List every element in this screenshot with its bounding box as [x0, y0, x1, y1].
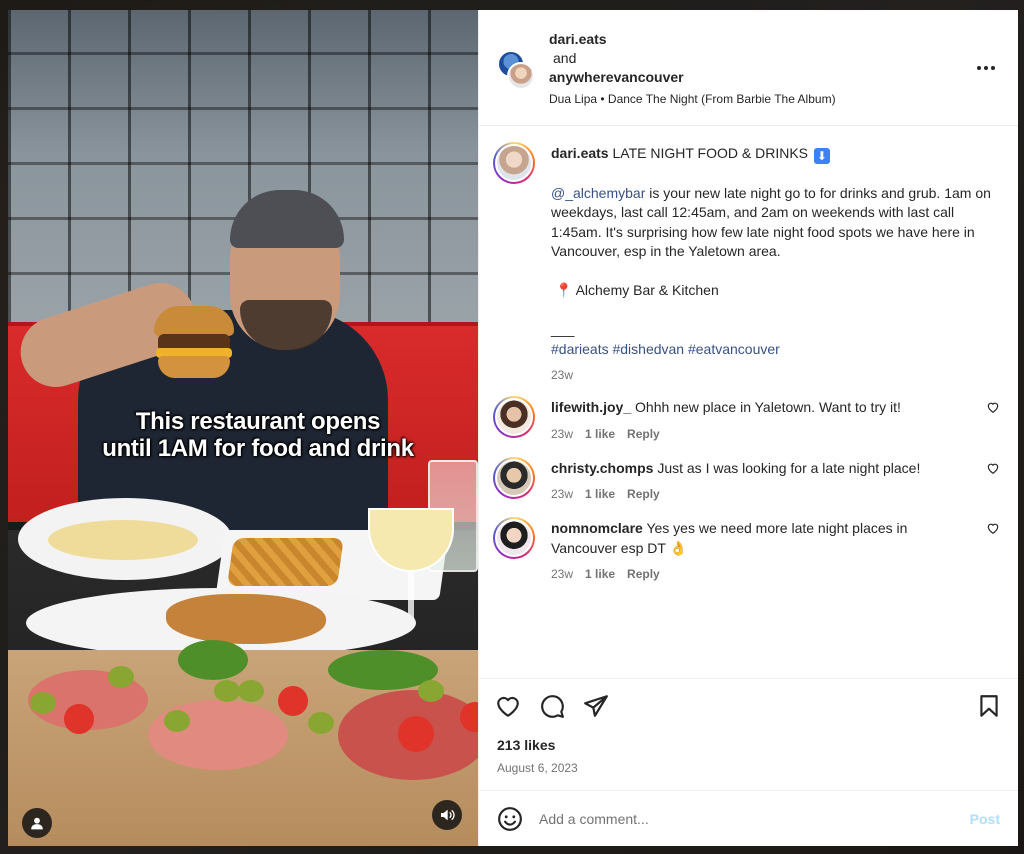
comment-item: nomnomclare Yes yes we need more late ni… — [493, 517, 1000, 581]
caption-separator: ___ — [551, 321, 575, 337]
post-modal: This restaurant opens until 1AM for food… — [8, 10, 1018, 846]
reply-button[interactable]: Reply — [627, 567, 660, 581]
sound-toggle-button[interactable] — [432, 800, 462, 830]
overlay-line-1: This restaurant opens — [135, 408, 381, 435]
and-label: and — [553, 50, 577, 66]
comment-age[interactable]: 23w — [551, 487, 573, 501]
comment-item: lifewith.joy_ Ohhh new place in Yaletown… — [493, 396, 1000, 441]
collab-avatars[interactable] — [497, 50, 537, 90]
comment-icon[interactable] — [539, 693, 565, 719]
comment-input[interactable] — [539, 805, 939, 833]
location-name: Alchemy Bar & Kitchen — [575, 282, 719, 298]
avatar[interactable] — [493, 517, 535, 559]
comment-username[interactable]: lifewith.joy_ — [551, 399, 631, 415]
add-comment-bar: Post — [479, 790, 1018, 846]
emoji-icon[interactable] — [497, 806, 523, 832]
comment-text: Just as I was looking for a late night p… — [657, 459, 921, 476]
author-username[interactable]: dari.eats — [549, 30, 836, 49]
user-tag-icon — [31, 817, 43, 830]
avatar[interactable] — [493, 396, 535, 438]
caption-username[interactable]: dari.eats — [551, 145, 609, 161]
comment-likes[interactable]: 1 like — [585, 567, 615, 581]
bookmark-icon[interactable] — [976, 693, 1002, 719]
header-names: dari.eats and anywherevancouver Dua Lipa… — [549, 30, 836, 109]
music-attribution[interactable]: Dua Lipa • Dance The Night (From Barbie … — [549, 90, 836, 109]
post-media[interactable]: This restaurant opens until 1AM for food… — [8, 10, 478, 846]
heart-icon[interactable] — [986, 461, 1000, 475]
avatar[interactable] — [493, 456, 535, 499]
avatar[interactable] — [493, 142, 535, 184]
collaborator-username[interactable]: anywherevancouver — [549, 68, 836, 87]
comment-age[interactable]: 23w — [551, 567, 573, 581]
caption-age[interactable]: 23w — [551, 368, 573, 382]
down-arrow-icon: ⬇ — [813, 148, 830, 164]
heart-icon[interactable] — [986, 521, 1000, 535]
comment-likes[interactable]: 1 like — [585, 487, 615, 501]
reply-button[interactable]: Reply — [627, 427, 660, 441]
post-side-panel: dari.eats and anywherevancouver Dua Lipa… — [478, 10, 1018, 846]
share-icon[interactable] — [583, 693, 609, 719]
mention-link[interactable]: @_alchemybar — [551, 185, 645, 201]
reply-button[interactable]: Reply — [627, 487, 660, 501]
comments-list[interactable]: dari.eats LATE NIGHT FOOD & DRINKS ⬇ @_a… — [479, 126, 1018, 678]
post-header: dari.eats and anywherevancouver Dua Lipa… — [479, 10, 1018, 126]
comment-username[interactable]: christy.chomps — [551, 460, 653, 476]
comment-username[interactable]: nomnomclare — [551, 520, 643, 536]
likes-count[interactable]: 213 likes — [497, 737, 555, 753]
comment-text: Ohhh new place in Yaletown. Want to try … — [635, 399, 901, 415]
sound-icon — [441, 809, 455, 821]
post-actions: 213 likes August 6, 2023 — [479, 678, 1018, 790]
overlay-line-2: until 1AM for food and drink — [102, 435, 414, 462]
video-text-overlay: This restaurant opens until 1AM for food… — [8, 408, 478, 462]
post-caption: dari.eats LATE NIGHT FOOD & DRINKS ⬇ @_a… — [493, 142, 1000, 382]
location-pin-icon: 📍 — [555, 282, 573, 298]
comment-item: christy.chomps Just as I was looking for… — [493, 456, 1000, 501]
hashtags[interactable]: #darieats #dishedvan #eatvancouver — [551, 340, 1000, 360]
ok-hand-icon: 👌 — [669, 539, 687, 556]
user-tag-button[interactable] — [22, 808, 52, 838]
post-date[interactable]: August 6, 2023 — [497, 761, 578, 775]
avatar[interactable] — [507, 62, 535, 90]
more-options-button[interactable] — [974, 62, 998, 74]
heart-icon[interactable] — [495, 693, 521, 719]
comment-likes[interactable]: 1 like — [585, 427, 615, 441]
post-comment-button[interactable]: Post — [970, 811, 1000, 827]
more-icon — [977, 66, 981, 70]
heart-icon[interactable] — [986, 400, 1000, 414]
comment-age[interactable]: 23w — [551, 427, 573, 441]
caption-title: LATE NIGHT FOOD & DRINKS — [612, 145, 808, 161]
